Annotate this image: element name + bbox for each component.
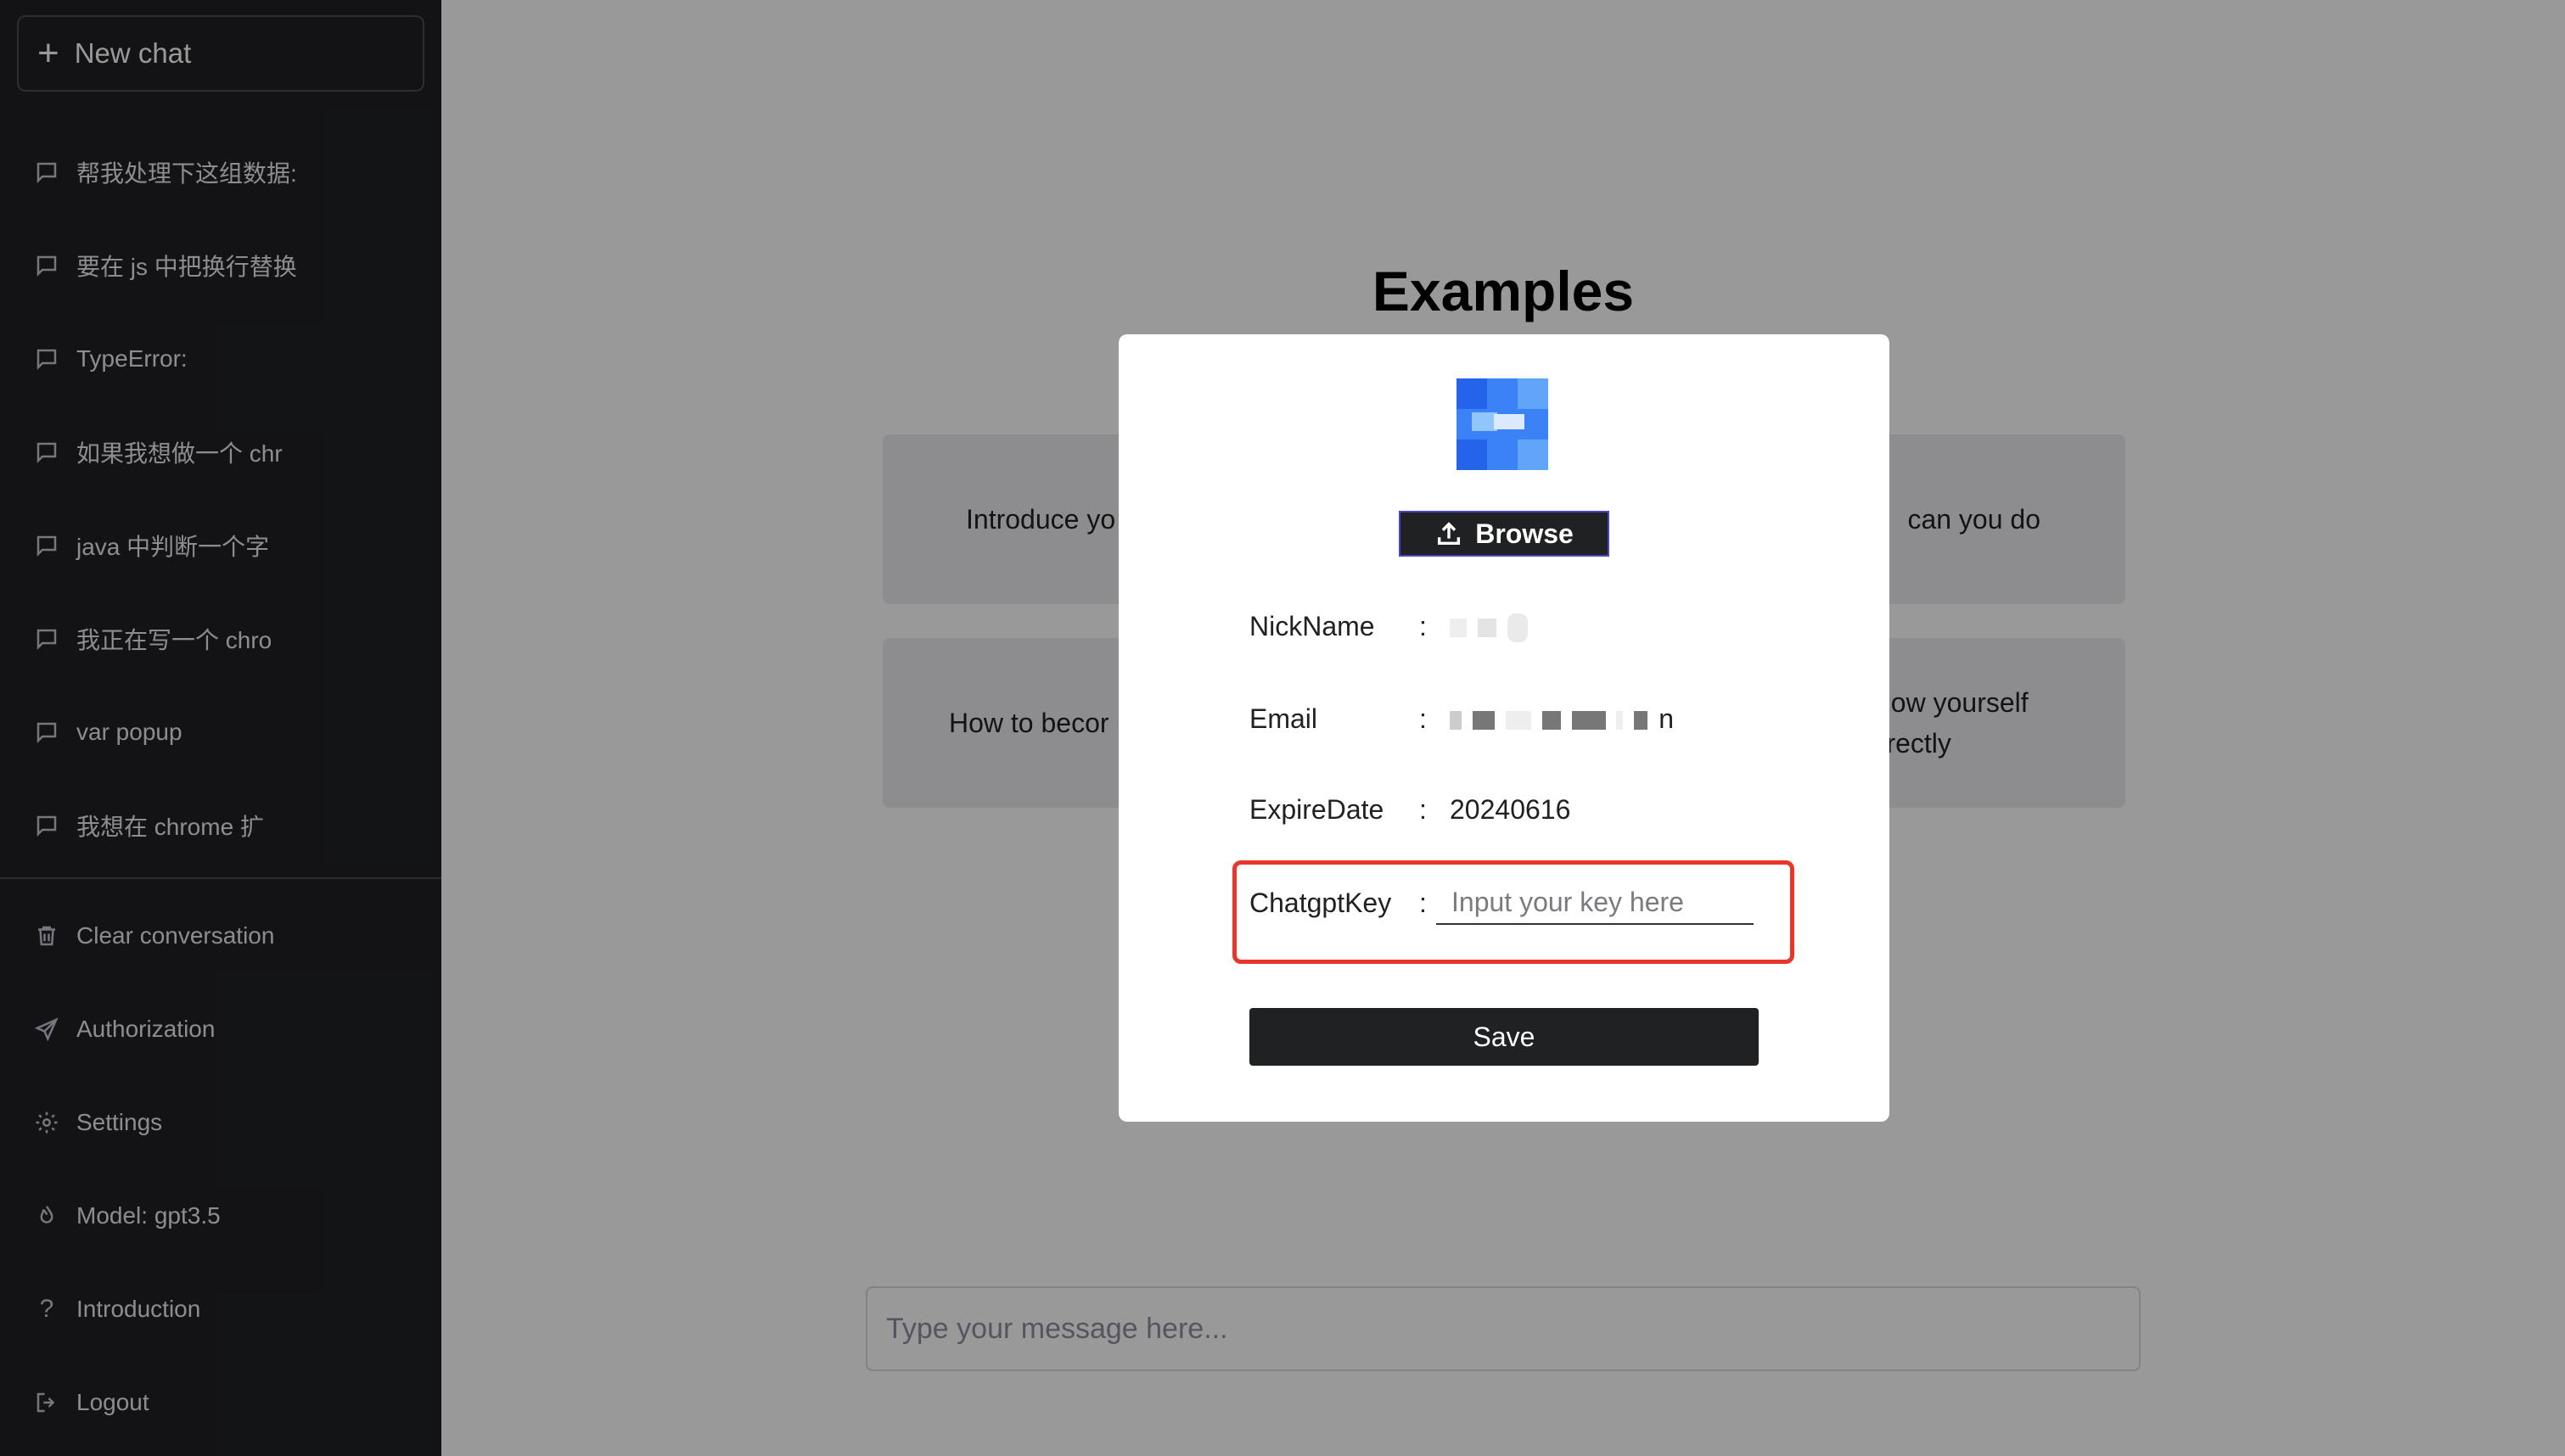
browse-button[interactable]: Browse (1399, 511, 1609, 557)
email-value-redacted: n (1450, 703, 1674, 735)
upload-icon (1438, 522, 1461, 546)
nickname-row: NickName : (1249, 601, 1531, 652)
save-button[interactable]: Save (1249, 1008, 1759, 1066)
expire-row: ExpireDate : 20240616 (1249, 784, 1570, 835)
browse-label: Browse (1475, 518, 1574, 549)
chatgpt-key-label: ChatgptKey (1249, 887, 1392, 918)
colon: : (1419, 793, 1427, 825)
email-suffix: n (1659, 703, 1675, 734)
chatgpt-key-input[interactable] (1436, 881, 1754, 925)
colon: : (1419, 887, 1427, 918)
colon: : (1419, 610, 1427, 641)
email-row: Email : n (1249, 693, 1674, 744)
expire-label: ExpireDate (1249, 793, 1384, 825)
profile-modal: Browse NickName : Email : n ExpireDate :… (1119, 334, 1889, 1122)
email-label: Email (1249, 703, 1318, 734)
nickname-value-redacted (1450, 610, 1531, 642)
chatgpt-key-row: ChatgptKey : (1249, 877, 1754, 928)
expire-value: 20240616 (1450, 793, 1571, 825)
nickname-label: NickName (1249, 610, 1375, 641)
avatar[interactable] (1456, 378, 1548, 470)
colon: : (1419, 703, 1427, 734)
